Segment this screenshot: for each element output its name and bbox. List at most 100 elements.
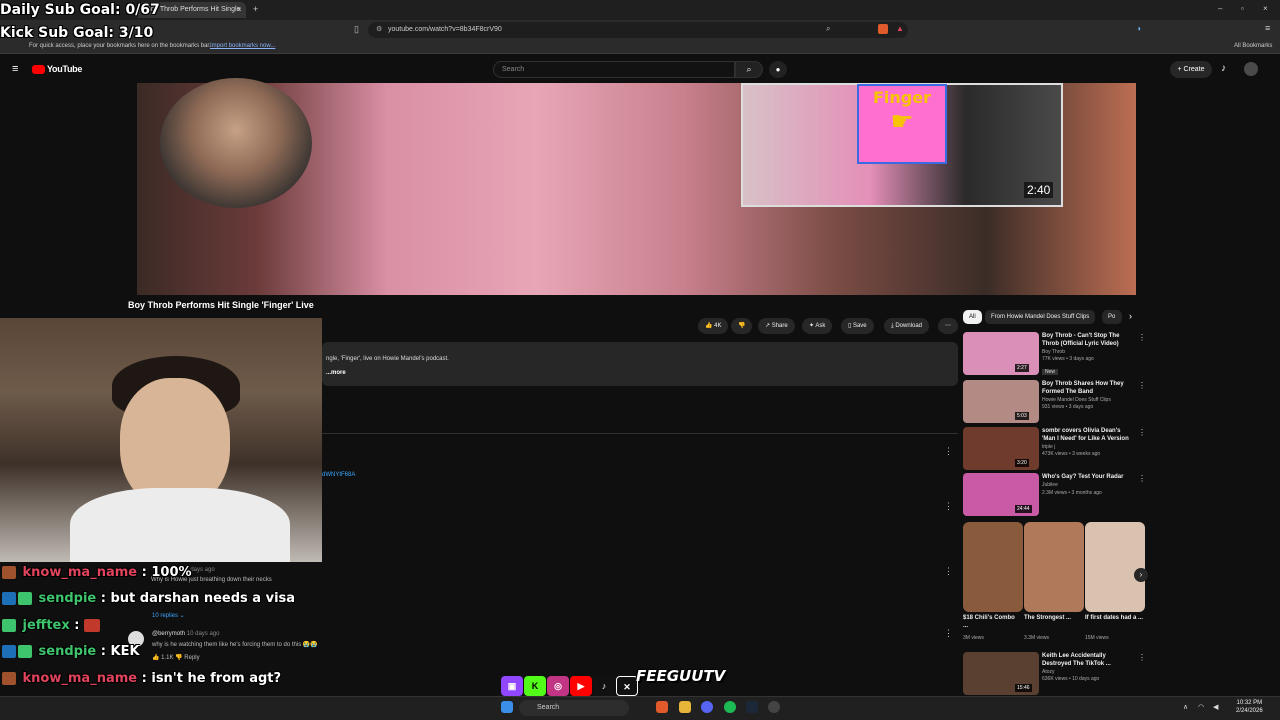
rec-title[interactable]: sombr covers Olivia Dean's 'Man I Need' … [1042, 427, 1134, 443]
recommended-video[interactable]: 3:20 sombr covers Olivia Dean's 'Man I N… [963, 427, 1146, 471]
short-title[interactable]: If first dates had a ... [1085, 614, 1143, 622]
site-info-icon[interactable]: ⚙ [376, 25, 382, 33]
search-icon[interactable]: ⌕ [735, 61, 763, 78]
taskbar-search[interactable]: Search [519, 700, 629, 716]
description-box[interactable]: ngle, 'Finger', live on Howie Mandel's p… [322, 342, 958, 386]
import-bookmarks-link[interactable]: Import bookmarks now... [210, 43, 275, 49]
recommended-video[interactable]: 2:27 Boy Throb - Can't Stop The Throb (O… [963, 332, 1146, 376]
bookmark-icon[interactable]: ▯ [354, 24, 359, 35]
rec-channel[interactable]: Atozy [1042, 669, 1055, 675]
maximize-icon[interactable]: ▫ [1241, 4, 1244, 13]
obs-icon[interactable] [768, 701, 780, 713]
rec-menu-icon[interactable]: ⋮ [1138, 381, 1146, 390]
rec-menu-icon[interactable]: ⋮ [1138, 653, 1146, 662]
new-tab-icon[interactable]: + [253, 4, 258, 14]
more-actions-icon[interactable]: ⋯ [938, 318, 958, 334]
like-button[interactable]: 👍 4K [698, 318, 729, 334]
emote-icon [84, 619, 101, 632]
rec-title[interactable]: Boy Throb - Can't Stop The Throb (Offici… [1042, 332, 1134, 348]
twitch-icon: ▣ [501, 676, 523, 696]
comment-menu-icon[interactable]: ⋮ [944, 501, 953, 512]
recommended-video[interactable]: 24:44 Who's Gay? Test Your Radar Jubilee… [963, 473, 1146, 517]
rec-title[interactable]: Keith Lee Accidentally Destroyed The Tik… [1042, 652, 1134, 668]
short-title[interactable]: $18 Chili's Combo ... [963, 614, 1021, 630]
microphone-icon[interactable]: ● [769, 61, 787, 78]
hamburger-icon[interactable]: ≡ [12, 63, 18, 75]
duration-badge: 15:46 [1015, 684, 1032, 692]
share-button[interactable]: ↗ Share [758, 318, 795, 334]
short-thumbnail[interactable] [1024, 522, 1084, 612]
youtube-icon: ▶ [570, 676, 592, 696]
avatar[interactable] [1244, 62, 1258, 76]
replies-toggle[interactable]: 10 replies ⌄ [152, 612, 185, 619]
chat-line: know_ma_name : 100% [2, 565, 192, 580]
create-button[interactable]: + Create [1170, 61, 1212, 78]
start-icon[interactable] [501, 701, 513, 713]
volume-icon[interactable]: ◀ [1213, 703, 1218, 711]
save-button[interactable]: ▯ Save [841, 318, 874, 334]
close-window-icon[interactable]: × [1263, 4, 1268, 13]
short-thumbnail[interactable] [1085, 522, 1145, 612]
duration-badge: 3:20 [1015, 459, 1029, 467]
download-button[interactable]: ⤓ Download [884, 318, 930, 334]
rec-channel[interactable]: triple j [1042, 444, 1055, 450]
system-clock[interactable]: 10:32 PM 2/24/2026 [1236, 699, 1263, 715]
kick-sub-goal: Kick Sub Goal: 3/10 [0, 25, 154, 41]
minimize-icon[interactable]: – [1218, 4, 1222, 13]
wifi-icon[interactable]: ◠ [1198, 703, 1204, 711]
rec-menu-icon[interactable]: ⋮ [1138, 474, 1146, 483]
tray-chevron-icon[interactable]: ∧ [1183, 703, 1188, 711]
chip-channel[interactable]: From Howie Mandel Does Stuff Clips [985, 310, 1096, 324]
short-views: 3M views [963, 635, 984, 641]
chat-badge-icon [2, 592, 16, 605]
search-input[interactable]: Search [493, 61, 735, 78]
pinned-link[interactable]: dWNYtF68A [322, 472, 355, 478]
chevron-right-icon[interactable]: › [1129, 311, 1132, 321]
shorts-next-icon[interactable]: › [1134, 568, 1148, 582]
rec-menu-icon[interactable]: ⋮ [1138, 428, 1146, 437]
ask-button[interactable]: ✦ Ask [802, 318, 833, 334]
rewards-icon[interactable]: ▲ [896, 24, 904, 33]
youtube-logo-icon[interactable] [32, 65, 45, 74]
chat-badge-icon [2, 645, 16, 658]
chat-line: sendpie : but darshan needs a visa [2, 591, 295, 606]
zoom-icon[interactable]: ⌕ [826, 24, 830, 34]
comment-menu-icon[interactable]: ⋮ [944, 628, 953, 639]
all-bookmarks[interactable]: All Bookmarks [1234, 43, 1272, 49]
close-tab-icon[interactable]: × [237, 5, 242, 14]
dislike-button[interactable]: 👎 [731, 318, 753, 334]
bookmarks-bar: For quick access, place your bookmarks h… [0, 40, 1280, 54]
rec-title[interactable]: Boy Throb Shares How They Formed The Ban… [1042, 380, 1134, 396]
more-link[interactable]: ...more [326, 370, 954, 376]
rec-channel[interactable]: Jubilee [1042, 482, 1058, 488]
recommended-video[interactable]: 5:03 Boy Throb Shares How They Formed Th… [963, 380, 1146, 424]
chip-popular[interactable]: Po [1102, 310, 1122, 324]
chip-all[interactable]: All [963, 310, 982, 324]
steam-icon[interactable] [746, 701, 758, 713]
rec-channel[interactable]: Boy Throb [1042, 349, 1065, 355]
streamer-shirt [70, 488, 290, 562]
chat-badge-icon [2, 619, 16, 632]
stream-logo: FEEGUUTV [636, 667, 726, 685]
comment-like-button[interactable]: 👍 1.1K 👎 Reply [152, 654, 200, 661]
youtube-logo[interactable]: YouTube [47, 64, 82, 74]
short-title[interactable]: The Strongest ... [1024, 614, 1082, 622]
extension-icon[interactable]: ◗ [1137, 24, 1142, 33]
recommended-video[interactable]: 15:46 Keith Lee Accidentally Destroyed T… [963, 652, 1146, 696]
discord-icon[interactable] [701, 701, 713, 713]
rec-menu-icon[interactable]: ⋮ [1138, 333, 1146, 342]
spotify-icon[interactable] [724, 701, 736, 713]
rec-title[interactable]: Who's Gay? Test Your Radar [1042, 473, 1134, 481]
rec-channel[interactable]: Howie Mandel Does Stuff Clips [1042, 397, 1111, 403]
short-thumbnail[interactable] [963, 522, 1023, 612]
menu-icon[interactable]: ≡ [1265, 23, 1270, 33]
comment-user[interactable]: @berrymoth 10 days ago [152, 631, 219, 637]
notifications-icon[interactable]: ♪ [1221, 63, 1226, 74]
brave-shield-icon[interactable] [878, 24, 888, 34]
file-explorer-icon[interactable] [679, 701, 691, 713]
finger-sign: Finger ☛ [857, 84, 947, 164]
brave-icon[interactable] [656, 701, 668, 713]
comment-menu-icon[interactable]: ⋮ [944, 446, 953, 457]
comment-menu-icon[interactable]: ⋮ [944, 566, 953, 577]
rec-views: 77K views • 3 days ago [1042, 356, 1094, 362]
